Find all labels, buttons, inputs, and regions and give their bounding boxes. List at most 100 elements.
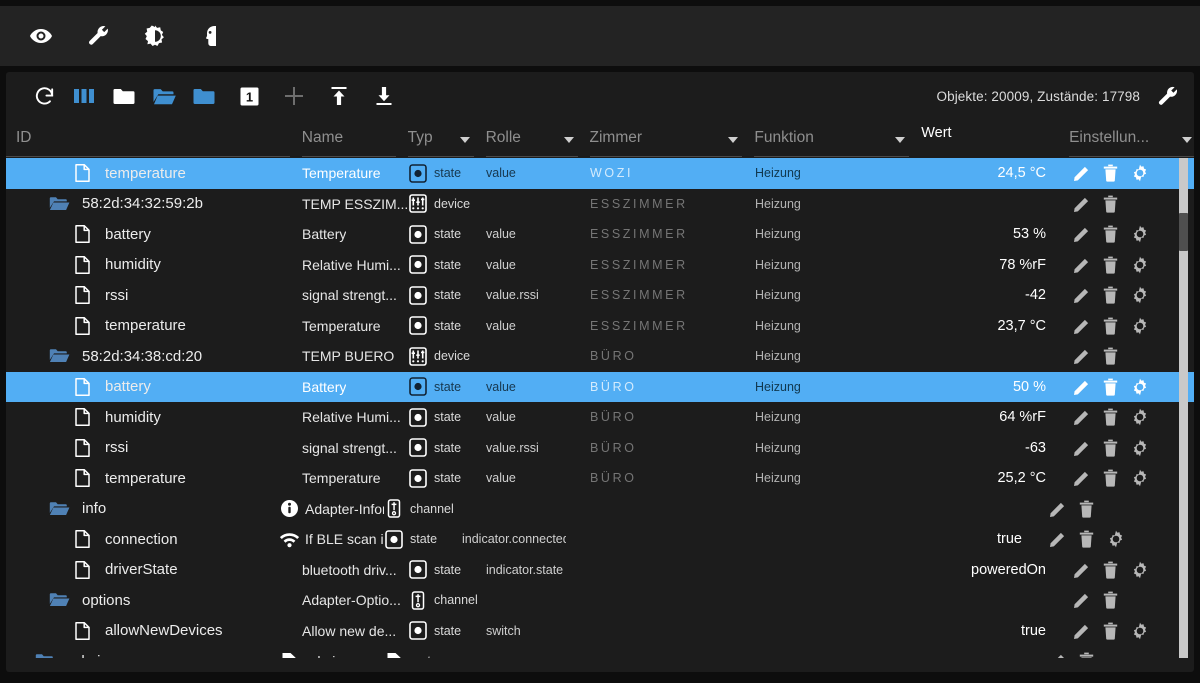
cell-value: true xyxy=(1021,622,1046,639)
pencil-icon[interactable] xyxy=(1072,469,1091,488)
folder-filled-icon[interactable] xyxy=(184,76,224,116)
table-row[interactable]: humidity Relative Humi... state value BÜRO He… xyxy=(6,402,1194,433)
folder-open-icon[interactable] xyxy=(144,76,184,116)
table-row[interactable]: temperature Temperature state value WOZI Heiz… xyxy=(6,158,1194,189)
table-row[interactable]: battery Battery state value ESSZIMMER Heizung… xyxy=(6,219,1194,250)
header-underline xyxy=(754,156,910,157)
pencil-icon[interactable] xyxy=(1048,499,1067,518)
pencil-icon[interactable] xyxy=(1072,164,1091,183)
pencil-icon[interactable] xyxy=(1072,408,1091,427)
folder-closed-icon[interactable] xyxy=(104,76,144,116)
plus-icon[interactable] xyxy=(274,76,314,116)
table-row[interactable]: temperature Temperature state value ESSZIMME… xyxy=(6,311,1194,342)
chevron-down-icon[interactable] xyxy=(563,137,574,143)
pencil-icon[interactable] xyxy=(1072,377,1091,396)
gear-icon[interactable] xyxy=(1130,621,1149,640)
gear-icon[interactable] xyxy=(1130,560,1149,579)
trash-icon[interactable] xyxy=(1101,194,1120,213)
gear-icon[interactable] xyxy=(1130,377,1149,396)
column-header-funktion[interactable]: Funktion xyxy=(754,120,921,158)
table-row[interactable]: info Adapter-Infor... channel xyxy=(6,494,1194,525)
trash-icon[interactable] xyxy=(1077,652,1096,658)
pencil-icon[interactable] xyxy=(1072,255,1091,274)
folder-icon xyxy=(48,193,70,215)
trash-icon[interactable] xyxy=(1101,255,1120,274)
pencil-icon[interactable] xyxy=(1072,225,1091,244)
table-row[interactable]: rssi signal strengt... state value.rssi BÜRO… xyxy=(6,433,1194,464)
cell-id: admin xyxy=(6,646,302,658)
chevron-down-icon[interactable] xyxy=(1181,137,1192,143)
trash-icon[interactable] xyxy=(1101,438,1120,457)
trash-icon[interactable] xyxy=(1077,499,1096,518)
gear-icon[interactable] xyxy=(1130,438,1149,457)
brightness-icon[interactable] xyxy=(142,23,168,49)
gear-icon[interactable] xyxy=(1130,225,1149,244)
trash-icon[interactable] xyxy=(1101,347,1120,366)
gear-icon[interactable] xyxy=(1130,255,1149,274)
trash-icon[interactable] xyxy=(1077,530,1096,549)
expand-level-icon[interactable]: 1 xyxy=(229,76,269,116)
user-head-icon[interactable] xyxy=(199,23,225,49)
chevron-down-icon[interactable] xyxy=(728,137,739,143)
trash-icon[interactable] xyxy=(1101,225,1120,244)
gear-icon[interactable] xyxy=(1106,530,1125,549)
table-row[interactable]: connection If BLE scan is... state indicato… xyxy=(6,524,1194,555)
columns-icon[interactable] xyxy=(64,76,104,116)
cell-value: 23,7 °C xyxy=(997,317,1046,334)
pencil-icon[interactable] xyxy=(1048,530,1067,549)
table-row[interactable]: temperature Temperature state value BÜRO Heiz… xyxy=(6,463,1194,494)
wrench-icon[interactable] xyxy=(85,23,111,49)
pencil-icon[interactable] xyxy=(1072,621,1091,640)
table-row[interactable]: admin admin meta xyxy=(6,646,1194,658)
gear-icon[interactable] xyxy=(1130,286,1149,305)
chevron-down-icon[interactable] xyxy=(459,137,470,143)
table-row[interactable]: allowNewDevices Allow new de... state switc… xyxy=(6,616,1194,647)
toolbar-right-group: Objekte: 20009, Zustände: 17798 xyxy=(937,72,1181,120)
column-header-name[interactable]: Name xyxy=(301,120,408,158)
pencil-icon[interactable] xyxy=(1072,560,1091,579)
column-header-zimmer[interactable]: Zimmer xyxy=(589,120,755,158)
trash-icon[interactable] xyxy=(1101,469,1120,488)
column-header-wert[interactable]: Wert xyxy=(921,120,1069,158)
pencil-icon[interactable] xyxy=(1072,438,1091,457)
pencil-icon[interactable] xyxy=(1048,652,1067,658)
vertical-scrollbar[interactable] xyxy=(1179,158,1188,658)
gear-icon[interactable] xyxy=(1130,316,1149,335)
table-row[interactable]: options Adapter-Optio... channel xyxy=(6,585,1194,616)
gear-icon[interactable] xyxy=(1130,408,1149,427)
gear-icon[interactable] xyxy=(1130,469,1149,488)
table-row[interactable]: humidity Relative Humi... state value ESSZIM… xyxy=(6,250,1194,281)
pencil-icon[interactable] xyxy=(1072,316,1091,335)
wrench-icon[interactable] xyxy=(1154,83,1180,109)
pencil-icon[interactable] xyxy=(1072,194,1091,213)
pencil-icon[interactable] xyxy=(1072,347,1091,366)
table-row[interactable]: rssi signal strengt... state value.rssi ESSZ… xyxy=(6,280,1194,311)
pencil-icon[interactable] xyxy=(1072,286,1091,305)
scrollbar-thumb[interactable] xyxy=(1179,213,1188,251)
download-icon[interactable] xyxy=(364,76,404,116)
table-row[interactable]: 58:2d:34:32:59:2b TEMP ESSZIM... device ESS… xyxy=(6,189,1194,220)
column-header-id[interactable]: ID xyxy=(6,120,302,158)
table-row[interactable]: 58:2d:34:38:cd:20 TEMP BUERO device BÜRO Hei… xyxy=(6,341,1194,372)
trash-icon[interactable] xyxy=(1101,286,1120,305)
pencil-icon[interactable] xyxy=(1072,591,1091,610)
column-header-rolle[interactable]: Rolle xyxy=(485,120,590,158)
upload-icon[interactable] xyxy=(319,76,359,116)
gear-icon[interactable] xyxy=(1130,164,1149,183)
trash-icon[interactable] xyxy=(1101,621,1120,640)
trash-icon[interactable] xyxy=(1101,408,1120,427)
column-header-einstellungen[interactable]: Einstellun... xyxy=(1069,120,1194,158)
table-row[interactable]: battery Battery state value BÜRO Heizung 50 % xyxy=(6,371,1194,402)
trash-icon[interactable] xyxy=(1101,377,1120,396)
trash-icon[interactable] xyxy=(1101,316,1120,335)
objects-table-body[interactable]: temperature Temperature state value WOZI Heiz… xyxy=(6,158,1194,658)
trash-icon[interactable] xyxy=(1101,560,1120,579)
header-underline xyxy=(6,156,290,157)
column-header-typ[interactable]: Typ xyxy=(407,120,486,158)
refresh-icon[interactable] xyxy=(24,76,64,116)
table-row[interactable]: driverState bluetooth driv... state indicat… xyxy=(6,555,1194,586)
trash-icon[interactable] xyxy=(1101,164,1120,183)
trash-icon[interactable] xyxy=(1101,591,1120,610)
chevron-down-icon[interactable] xyxy=(895,137,906,143)
eye-icon[interactable] xyxy=(28,23,54,49)
